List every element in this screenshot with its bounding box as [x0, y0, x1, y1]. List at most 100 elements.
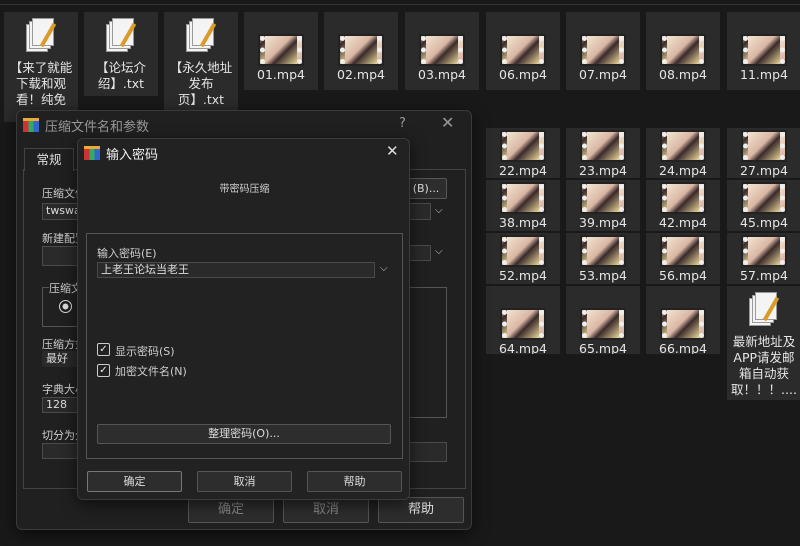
file-item[interactable]: 02.mp4	[324, 12, 398, 90]
password-label: 输入密码(E)	[97, 247, 157, 260]
archive-ok-button[interactable]: 确定	[188, 497, 274, 523]
chevron-down-icon[interactable]: ⌵	[435, 246, 443, 257]
profile-button[interactable]	[42, 246, 82, 266]
file-name: 03.mp4	[418, 67, 466, 82]
file-name: 01.mp4	[257, 67, 305, 82]
archive-help-button[interactable]: 帮助	[378, 497, 464, 523]
chevron-down-icon[interactable]: ⌵	[435, 205, 443, 216]
video-thumbnail-icon	[580, 182, 626, 214]
file-name: 最新地址及APP请发邮箱自动获取！！！....	[731, 334, 797, 397]
archive-dialog-title: 压缩文件名和参数	[45, 120, 150, 135]
close-icon[interactable]: ✕	[386, 142, 399, 160]
file-name: 23.mp4	[579, 163, 627, 178]
file-item[interactable]: 57.mp4	[727, 233, 800, 284]
file-name: 【论坛介绍】.txt	[95, 60, 146, 91]
file-name: 27.mp4	[740, 163, 788, 178]
file-name: 64.mp4	[499, 341, 547, 354]
video-thumbnail-icon	[580, 130, 626, 162]
password-dialog-title: 输入密码	[106, 148, 159, 163]
options-box	[407, 287, 447, 418]
video-thumbnail-icon	[338, 34, 384, 66]
file-item[interactable]: 23.mp4	[566, 128, 640, 178]
video-thumbnail-icon	[580, 34, 626, 66]
video-thumbnail-icon	[419, 34, 465, 66]
text-file-icon	[106, 18, 137, 54]
video-thumbnail-icon	[741, 182, 787, 214]
file-item[interactable]: 22.mp4	[486, 128, 560, 178]
file-item[interactable]: 38.mp4	[486, 180, 560, 231]
password-cancel-button[interactable]: 取消	[197, 471, 292, 492]
video-thumbnail-icon	[500, 235, 546, 267]
dict-select[interactable]: 128	[42, 397, 82, 413]
encrypt-names-label[interactable]: 加密文件名(N)	[115, 363, 187, 379]
file-item[interactable]: 【论坛介绍】.txt	[84, 12, 158, 96]
video-thumbnail-icon	[741, 34, 787, 66]
file-item[interactable]: 45.mp4	[727, 180, 800, 231]
show-password-label[interactable]: 显示密码(S)	[115, 343, 175, 359]
video-thumbnail-icon	[660, 130, 706, 162]
file-name: 24.mp4	[659, 163, 707, 178]
file-name: 11.mp4	[740, 67, 788, 82]
password-dialog: 输入密码 ✕ 带密码压缩 输入密码(E) 上老王论坛当老王 ⌵ ✓ 显示密码(S…	[77, 138, 410, 500]
file-item[interactable]: 64.mp4	[486, 286, 560, 354]
encrypt-names-checkbox[interactable]: ✓	[97, 364, 110, 377]
show-password-checkbox[interactable]: ✓	[97, 343, 110, 356]
file-item[interactable]: 最新地址及APP请发邮箱自动获取！！！....	[727, 286, 800, 400]
close-icon[interactable]: ✕	[441, 113, 454, 132]
file-name: 22.mp4	[499, 163, 547, 178]
file-item[interactable]: 53.mp4	[566, 233, 640, 284]
chevron-down-icon[interactable]: ⌵	[380, 263, 388, 274]
video-thumbnail-icon	[258, 34, 304, 66]
video-thumbnail-icon	[741, 235, 787, 267]
browse-button[interactable]: (B)...	[405, 178, 447, 199]
video-thumbnail-icon	[660, 308, 706, 340]
file-name: 57.mp4	[740, 268, 788, 283]
file-item[interactable]: 56.mp4	[646, 233, 720, 284]
video-thumbnail-icon	[580, 235, 626, 267]
password-input[interactable]: 上老王论坛当老王	[97, 262, 375, 278]
file-item[interactable]: 【永久地址发布页】.txt	[164, 12, 238, 120]
file-item[interactable]: 08.mp4	[646, 12, 720, 90]
tab-general[interactable]: 常规	[24, 148, 74, 171]
file-item[interactable]: 06.mp4	[486, 12, 560, 90]
method-select[interactable]: 最好	[42, 351, 82, 367]
split-input[interactable]	[42, 443, 82, 459]
text-file-icon	[749, 292, 780, 328]
file-item[interactable]: 42.mp4	[646, 180, 720, 231]
comment-input[interactable]	[407, 442, 447, 462]
video-thumbnail-icon	[500, 182, 546, 214]
text-file-icon	[186, 18, 217, 54]
file-item[interactable]: 01.mp4	[244, 12, 318, 90]
file-item[interactable]: 66.mp4	[646, 286, 720, 354]
organize-passwords-button[interactable]: 整理密码(O)...	[97, 424, 391, 444]
file-name: 06.mp4	[499, 67, 547, 82]
archive-cancel-button[interactable]: 取消	[283, 497, 369, 523]
update-mode-select[interactable]	[407, 245, 431, 261]
file-item[interactable]: 03.mp4	[405, 12, 479, 90]
radio-rar[interactable]	[59, 300, 72, 313]
archive-name-combo[interactable]	[407, 203, 431, 220]
explorer-top-border	[0, 0, 800, 5]
file-name: 39.mp4	[579, 215, 627, 230]
file-name: 66.mp4	[659, 341, 707, 354]
file-name: 53.mp4	[579, 268, 627, 283]
winrar-logo-icon	[84, 146, 100, 160]
video-thumbnail-icon	[741, 130, 787, 162]
file-name: 07.mp4	[579, 67, 627, 82]
file-name: 08.mp4	[659, 67, 707, 82]
file-item[interactable]: 65.mp4	[566, 286, 640, 354]
file-name: 65.mp4	[579, 341, 627, 354]
password-help-button[interactable]: 帮助	[307, 471, 402, 492]
file-item[interactable]: 52.mp4	[486, 233, 560, 284]
video-thumbnail-icon	[660, 34, 706, 66]
file-item[interactable]: 27.mp4	[727, 128, 800, 178]
file-item[interactable]: 39.mp4	[566, 180, 640, 231]
password-dialog-subtitle: 带密码压缩	[219, 184, 270, 195]
file-name: 【来了就能下载和观看！纯免	[9, 60, 73, 107]
file-item[interactable]: 07.mp4	[566, 12, 640, 90]
file-item[interactable]: 11.mp4	[727, 12, 800, 90]
file-item[interactable]: 24.mp4	[646, 128, 720, 178]
help-icon[interactable]: ?	[399, 116, 406, 131]
file-item[interactable]: 【来了就能下载和观看！纯免	[4, 12, 78, 122]
password-ok-button[interactable]: 确定	[87, 471, 182, 492]
